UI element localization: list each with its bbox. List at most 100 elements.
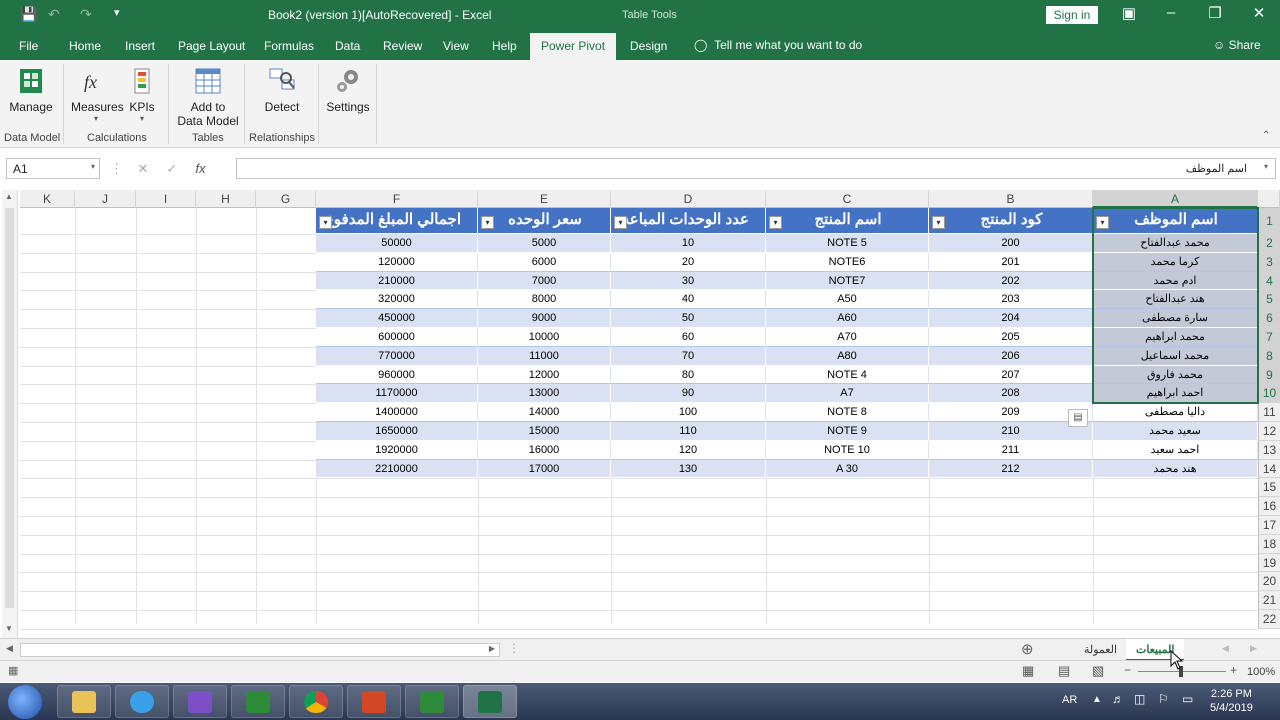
table-cell[interactable]: 50 xyxy=(611,309,766,328)
sign-in-button[interactable]: Sign in xyxy=(1046,6,1098,24)
filter-dropdown-icon[interactable]: ▾ xyxy=(614,216,627,229)
row-header-21[interactable]: 21 xyxy=(1258,591,1280,610)
table-header-cell[interactable]: اسم المنتج xyxy=(766,208,929,234)
table-cell[interactable]: 1170000 xyxy=(316,384,478,404)
table-header-cell[interactable]: سعر الوحده xyxy=(478,208,611,234)
measures-button[interactable]: fx Measures ▾ xyxy=(71,66,124,123)
tab-page-layout[interactable]: Page Layout xyxy=(178,39,245,53)
table-cell[interactable]: 600000 xyxy=(316,328,478,347)
save-icon[interactable]: 💾 xyxy=(20,6,37,23)
row-header-12[interactable]: 12 xyxy=(1258,422,1280,441)
table-cell[interactable]: 11000 xyxy=(478,346,611,366)
table-cell[interactable]: NOTE 8 xyxy=(766,403,929,422)
row-header-20[interactable]: 20 xyxy=(1258,572,1280,592)
column-header-i[interactable]: I xyxy=(136,190,196,208)
taskbar-camtasia[interactable] xyxy=(231,685,285,718)
taskbar-internet-explorer[interactable] xyxy=(115,685,169,718)
table-cell[interactable]: ادم محمد xyxy=(1093,271,1258,291)
page-break-view-icon[interactable]: ▧ xyxy=(1092,663,1104,679)
column-header-j[interactable]: J xyxy=(75,190,136,208)
tab-file[interactable]: File xyxy=(19,39,38,53)
row-header-18[interactable]: 18 xyxy=(1258,534,1280,554)
row-header-7[interactable]: 7 xyxy=(1258,328,1280,347)
formula-input[interactable]: اسم الموظف xyxy=(236,158,1276,179)
table-cell[interactable]: NOTE 9 xyxy=(766,422,929,441)
table-cell[interactable]: 20 xyxy=(611,252,766,272)
scroll-right-icon[interactable]: ▶ xyxy=(489,644,495,653)
table-cell[interactable]: 60 xyxy=(611,328,766,347)
enter-icon[interactable]: ✓ xyxy=(166,161,177,176)
table-cell[interactable]: 200 xyxy=(929,234,1093,253)
scroll-down-icon[interactable]: ▼ xyxy=(5,624,13,633)
add-to-data-model-button[interactable]: Add to Data Model xyxy=(176,66,240,128)
zoom-in-icon[interactable]: + xyxy=(1230,663,1237,677)
column-header-b[interactable]: B xyxy=(929,190,1093,208)
table-cell[interactable]: 208 xyxy=(929,384,1093,404)
row-header-4[interactable]: 4 xyxy=(1258,271,1280,291)
scroll-left-icon[interactable]: ◀ xyxy=(6,643,13,654)
table-header-cell[interactable]: كود المنتج xyxy=(929,208,1093,234)
network-icon[interactable]: ◫ xyxy=(1134,692,1145,706)
table-cell[interactable]: 450000 xyxy=(316,309,478,328)
table-cell[interactable]: 207 xyxy=(929,365,1093,385)
column-header-e[interactable]: E xyxy=(478,190,611,208)
collapse-ribbon-icon[interactable]: ⌃ xyxy=(1262,130,1270,141)
normal-view-icon[interactable]: ▦ xyxy=(1022,663,1034,679)
insert-function-icon[interactable]: fx xyxy=(195,161,205,176)
table-cell[interactable]: A70 xyxy=(766,328,929,347)
table-cell[interactable]: سعيد محمد xyxy=(1093,422,1258,441)
page-layout-view-icon[interactable]: ▤ xyxy=(1058,663,1070,679)
table-cell[interactable]: 50000 xyxy=(316,234,478,253)
row-header-10[interactable]: 10 xyxy=(1258,384,1280,404)
quick-analysis-icon[interactable]: ▤ xyxy=(1068,409,1088,427)
vertical-scroll-thumb[interactable] xyxy=(5,208,14,608)
table-cell[interactable]: 10000 xyxy=(478,328,611,347)
next-sheet-icon[interactable]: ▶ xyxy=(1250,643,1257,654)
macro-record-icon[interactable]: ▦ xyxy=(8,664,18,677)
scroll-up-icon[interactable]: ▲ xyxy=(5,192,13,201)
table-cell[interactable]: 90 xyxy=(611,384,766,404)
table-cell[interactable]: A 30 xyxy=(766,459,929,479)
table-cell[interactable]: 30 xyxy=(611,271,766,291)
row-header-2[interactable]: 2 xyxy=(1258,234,1280,253)
table-cell[interactable]: محمد اسماعيل xyxy=(1093,346,1258,366)
tab-power-pivot[interactable]: Power Pivot xyxy=(530,33,617,60)
table-cell[interactable]: 210000 xyxy=(316,271,478,291)
table-cell[interactable]: 1920000 xyxy=(316,440,478,460)
table-cell[interactable]: 17000 xyxy=(478,459,611,479)
table-cell[interactable]: 212 xyxy=(929,459,1093,479)
column-header-c[interactable]: C xyxy=(766,190,929,208)
table-cell[interactable]: احمد سعيد xyxy=(1093,440,1258,460)
table-cell[interactable]: محمد ابراهيم xyxy=(1093,328,1258,347)
table-cell[interactable]: 2210000 xyxy=(316,459,478,479)
table-cell[interactable]: 120000 xyxy=(316,252,478,272)
table-cell[interactable]: 40 xyxy=(611,290,766,310)
column-header-k[interactable]: K xyxy=(20,190,75,208)
table-cell[interactable]: NOTE6 xyxy=(766,252,929,272)
row-header-6[interactable]: 6 xyxy=(1258,309,1280,328)
table-cell[interactable]: A50 xyxy=(766,290,929,310)
table-cell[interactable]: هند محمد xyxy=(1093,459,1258,479)
row-header-15[interactable]: 15 xyxy=(1258,478,1280,498)
filter-dropdown-icon[interactable]: ▾ xyxy=(319,216,332,229)
table-cell[interactable]: كرما محمد xyxy=(1093,252,1258,272)
column-header-d[interactable]: D xyxy=(611,190,766,208)
row-header-13[interactable]: 13 xyxy=(1258,440,1280,460)
kpis-button[interactable]: KPIs ▾ xyxy=(127,66,157,123)
cancel-icon[interactable]: ✕ xyxy=(137,161,148,176)
table-cell[interactable]: 100 xyxy=(611,403,766,422)
redo-icon[interactable]: ↷ xyxy=(80,6,92,23)
action-center-icon[interactable]: ⚐ xyxy=(1158,692,1169,706)
table-cell[interactable]: A80 xyxy=(766,346,929,366)
zoom-level[interactable]: 100% xyxy=(1247,666,1275,678)
table-cell[interactable]: 202 xyxy=(929,271,1093,291)
table-cell[interactable]: NOTE 5 xyxy=(766,234,929,253)
taskbar-excel[interactable] xyxy=(463,685,517,718)
maximize-icon[interactable]: ❐ xyxy=(1200,4,1230,22)
filter-dropdown-icon[interactable]: ▾ xyxy=(932,216,945,229)
table-cell[interactable]: 9000 xyxy=(478,309,611,328)
taskbar-chrome[interactable] xyxy=(289,685,343,718)
row-header-11[interactable]: 11 xyxy=(1258,403,1280,422)
filter-dropdown-icon[interactable]: ▾ xyxy=(481,216,494,229)
name-box-dropdown-icon[interactable]: ▾ xyxy=(91,162,95,171)
